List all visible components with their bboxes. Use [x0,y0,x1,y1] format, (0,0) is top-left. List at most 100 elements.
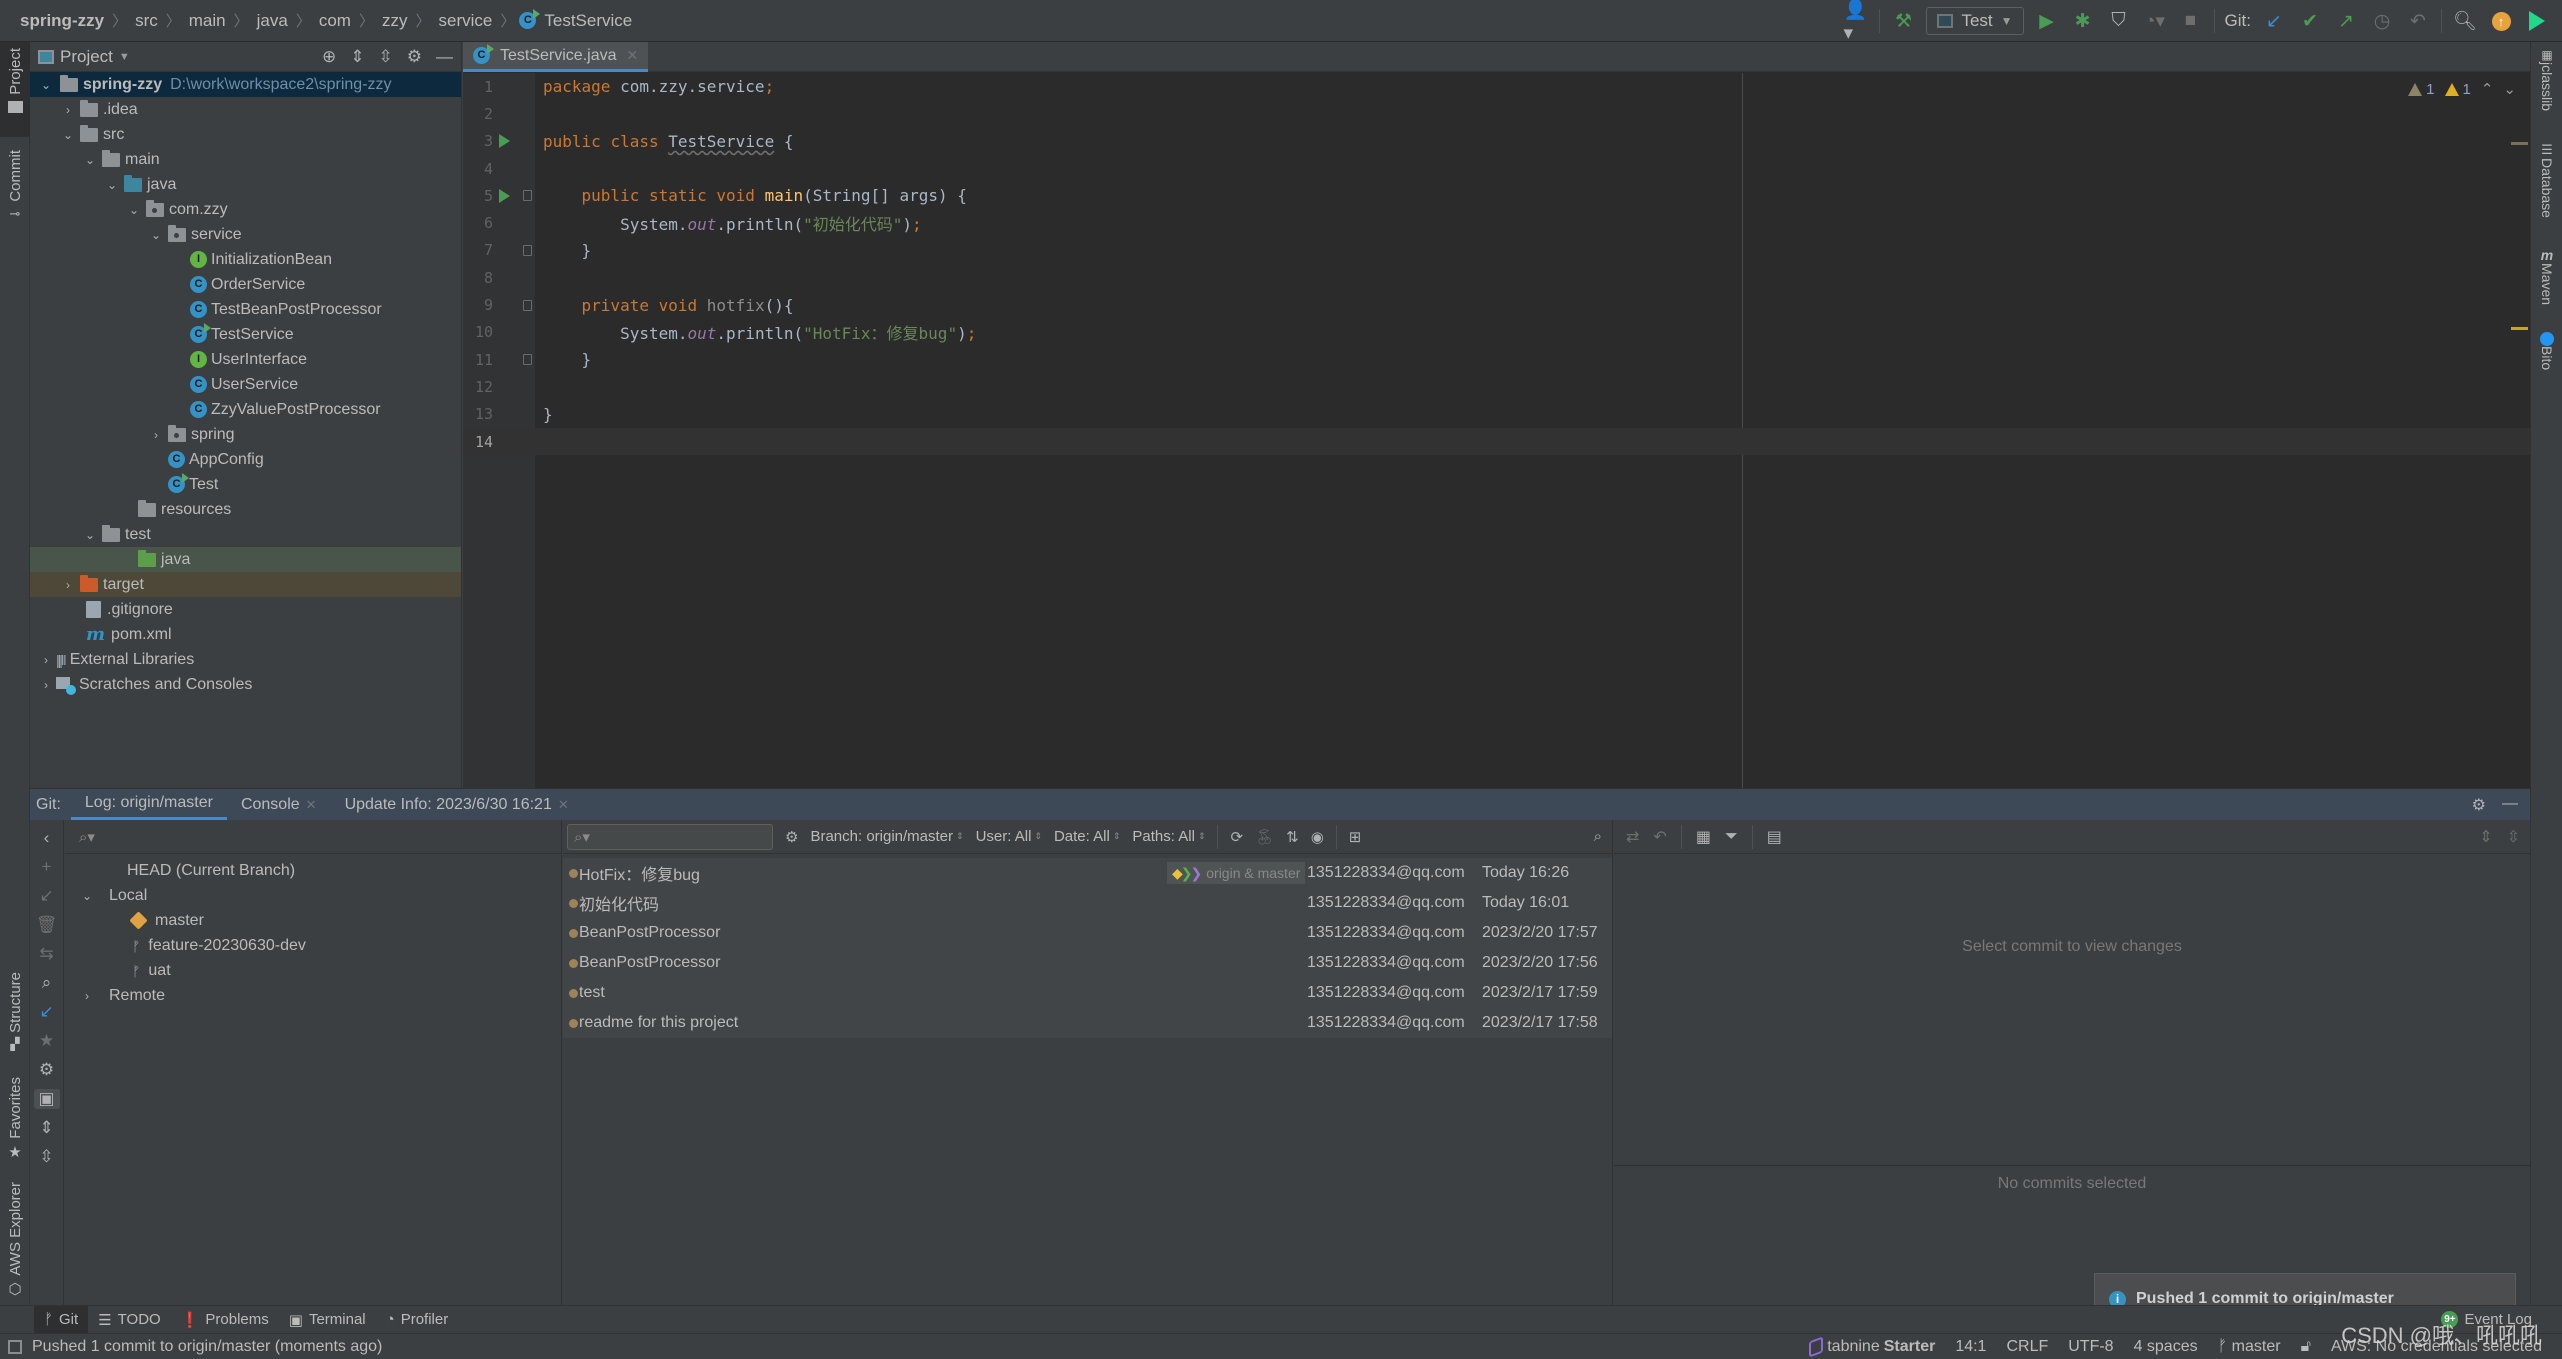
breadcrumb-item[interactable]: zzy [378,11,412,31]
tab-console[interactable]: Console ✕ [227,789,331,820]
eye-icon[interactable]: ◉ [1311,828,1324,846]
run-icon[interactable]: ▶ [2034,8,2060,34]
search-icon[interactable]: ⌕ [1594,828,1602,845]
search-icon[interactable]: ⌕ [42,973,52,993]
update-available-icon[interactable]: ↑ [2488,8,2514,34]
tree-item[interactable]: ⌄ src [30,122,461,147]
tree-item[interactable]: ⌄ test [30,522,461,547]
group-by-directory-icon[interactable]: ▣ [33,1089,60,1109]
breadcrumb-item[interactable]: java [253,11,292,31]
chevron-right-icon[interactable]: › [60,103,76,117]
collapse-all-icon[interactable]: ⇳ [379,47,393,67]
tree-item[interactable]: › .idea [30,97,461,122]
caret-position[interactable]: 14:1 [1955,1338,1986,1356]
commit-row[interactable]: BeanPostProcessor 1351228334@qq.com 2023/2… [563,918,1612,948]
tab-log[interactable]: Log: origin/master [70,789,227,820]
profile-icon[interactable]: ◔▾ [2142,8,2168,34]
branch-item[interactable]: ᚠ uat [65,958,561,983]
revert-icon[interactable]: ↶ [1653,827,1666,847]
layout-icon[interactable]: ▤ [1767,827,1782,847]
chevron-down-icon[interactable]: ⌄ [126,203,142,217]
chevron-down-icon[interactable]: ⌄ [104,178,120,192]
settings-icon[interactable]: ⚙ [39,1060,54,1080]
commit-row[interactable]: 初始化代码 1351228334@qq.com Today 16:01 [563,888,1612,918]
branch-item-head[interactable]: HEAD (Current Branch) [65,858,561,883]
hide-icon[interactable]: — [2502,795,2518,815]
group-by-icon[interactable]: ▦ [1696,827,1711,847]
tree-item[interactable]: .gitignore [30,597,461,622]
branch-group-remote[interactable]: › Remote [65,983,561,1008]
chevron-down-icon[interactable]: ⌄ [79,889,95,903]
close-icon[interactable]: ✕ [627,47,639,64]
tree-item[interactable]: ⌄ main [30,147,461,172]
tree-item[interactable]: C TestBeanPostProcessor [30,297,461,322]
breadcrumb-item[interactable]: src [131,11,162,31]
tree-item[interactable]: C ZzyValuePostProcessor [30,397,461,422]
chevron-right-icon[interactable]: › [148,428,164,442]
update-icon[interactable]: ↙ [39,886,53,906]
expand-all-icon[interactable]: ⇕ [350,47,364,67]
chevron-right-icon[interactable]: › [38,653,54,667]
paths-filter[interactable]: Paths: All ⇕ [1132,828,1205,845]
branch-filter[interactable]: Branch: origin/master ⇕ [810,828,963,845]
toggle-tool-windows-icon[interactable] [8,1339,22,1354]
log-search-input[interactable]: ⌕▾ [567,823,773,850]
breadcrumb-item[interactable]: service [435,11,497,31]
filter-icon[interactable]: ⏷ [1725,828,1738,846]
tree-item[interactable]: ⌄ service [30,222,461,247]
user-icon[interactable]: 👤▾ [1843,0,1869,44]
editor-tab-testservice[interactable]: C TestService.java ✕ [463,42,649,72]
tool-tab-maven[interactable]: m Maven [2531,247,2562,305]
rollback-icon[interactable]: ↶ [2405,8,2431,34]
collapse-branches-icon[interactable]: ‹ [44,828,50,848]
debug-icon[interactable]: ✱ [2070,8,2096,34]
breadcrumb-item[interactable]: main [185,11,230,31]
branch-item[interactable]: master [65,908,561,933]
tree-item[interactable]: I UserInterface [30,347,461,372]
tab-update-info[interactable]: Update Info: 2023/6/30 16:21 ✕ [331,789,583,820]
fold-icon[interactable] [523,244,532,256]
star-icon[interactable]: ★ [39,1031,54,1051]
refresh-icon[interactable]: ⟳ [1230,828,1243,846]
tool-tab-structure[interactable]: Structure ▞ [0,972,30,1072]
status-message[interactable]: Pushed 1 commit to origin/master (moment… [32,1338,382,1356]
tree-item[interactable]: ⌄ com.zzy [30,197,461,222]
chevron-down-icon[interactable]: ⌄ [82,528,98,542]
tree-item[interactable]: C Test [30,472,461,497]
chevron-right-icon[interactable]: › [79,989,95,1003]
tool-tab-project[interactable]: Project [0,42,30,137]
chevron-down-icon[interactable]: ⌄ [38,78,54,92]
tree-item[interactable]: C TestService [30,322,461,347]
search-icon[interactable]: 🔍︎ [2452,8,2478,34]
tool-tab-database[interactable]: ☰ Database [2531,142,2562,218]
commit-row[interactable]: readme for this project 1351228334@qq.com… [563,1008,1612,1038]
chevron-down-icon[interactable]: ⌄ [82,153,98,167]
delete-icon[interactable]: 🗑︎ [36,915,58,935]
tool-tab-jclasslib[interactable]: ▦ jclasslib [2531,48,2562,111]
tree-item[interactable]: resources [30,497,461,522]
commit-row[interactable]: test 1351228334@qq.com 2023/2/17 17:59 [563,978,1612,1008]
branch-item[interactable]: ᚠ feature-20230630-dev [65,933,561,958]
date-filter[interactable]: Date: All ⇕ [1054,828,1120,845]
tool-button-todo[interactable]: ☰ TODO [88,1306,171,1334]
gear-icon[interactable]: ⚙ [2472,795,2486,815]
indent-setting[interactable]: 4 spaces [2134,1338,2198,1356]
tree-item[interactable]: C UserService [30,372,461,397]
tree-item[interactable]: › target [30,572,461,597]
new-branch-icon[interactable]: + [42,857,52,877]
tool-tab-commit[interactable]: Commit ⊸ [0,142,30,262]
branch-group-local[interactable]: ⌄ Local [65,883,561,908]
tree-item-root[interactable]: ⌄ spring-zzy D:\work\workspace2\spring-z… [30,72,461,97]
intellisort-icon[interactable]: ⇅ [1286,828,1299,846]
build-hammer-icon[interactable]: ⚒ [1890,8,1916,34]
coverage-icon[interactable]: ⛉ [2106,8,2132,34]
run-gutter-icon[interactable] [499,188,510,203]
tree-item[interactable]: C AppConfig [30,447,461,472]
breadcrumb-item[interactable]: spring-zzy [16,11,108,31]
tool-tab-bito[interactable]: Bito [2531,332,2562,370]
log-settings-icon[interactable]: ⚙ [785,828,798,846]
code-lines[interactable]: 1 package com.zzy.service; 2 3 public cl… [463,73,2530,456]
tool-button-problems[interactable]: ❗ Problems [171,1306,279,1334]
fold-icon[interactable] [523,299,532,311]
lock-icon[interactable]: 🔓︎ [2301,1338,2311,1356]
